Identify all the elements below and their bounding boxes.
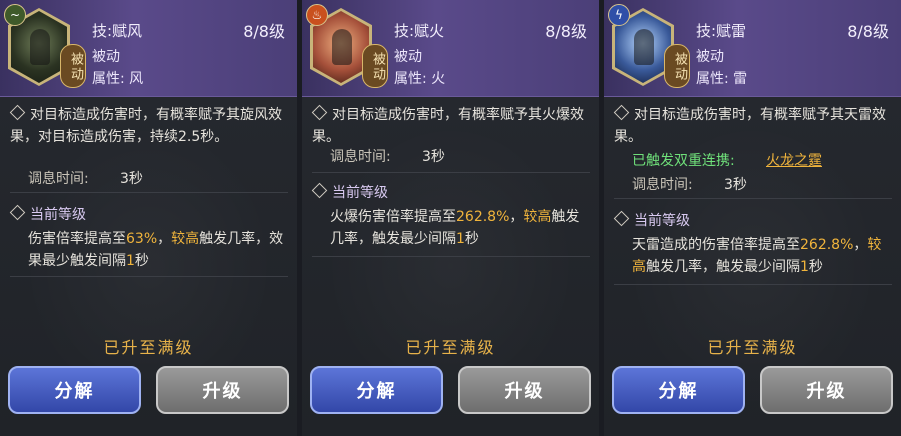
diamond-bullet-icon bbox=[613, 210, 630, 227]
skill-attribute: 属性: 风 bbox=[92, 71, 144, 87]
divider bbox=[312, 256, 590, 257]
divider bbox=[10, 192, 288, 193]
skill-header: ~ 被动 技:赋风 8/8级 被动 属性: 风 bbox=[0, 0, 297, 97]
skill-description: 对目标造成伤害时，有概率赋予其火爆效果。 bbox=[311, 104, 592, 148]
skill-type: 被动 bbox=[696, 49, 724, 65]
divider bbox=[10, 276, 288, 277]
passive-badge: 被动 bbox=[362, 44, 388, 88]
diamond-bullet-icon bbox=[613, 104, 630, 121]
cooldown-label: 调息时间: bbox=[28, 171, 89, 187]
max-level-status: 已升至满级 bbox=[405, 338, 496, 357]
decompose-button[interactable]: 分解 bbox=[310, 366, 443, 414]
passive-badge: 被动 bbox=[60, 44, 86, 88]
decompose-button[interactable]: 分解 bbox=[8, 366, 141, 414]
skill-header: ϟ 被动 技:赋雷 8/8级 被动 属性: 雷 bbox=[604, 0, 901, 97]
divider bbox=[312, 172, 590, 173]
skill-type: 被动 bbox=[394, 49, 422, 65]
diamond-bullet-icon bbox=[311, 182, 328, 199]
skill-name: 技:赋雷 bbox=[696, 22, 747, 40]
skill-attribute: 属性: 雷 bbox=[696, 71, 748, 87]
cooldown-value: 3秒 bbox=[422, 149, 445, 165]
skill-description: 对目标造成伤害时，有概率赋予其旋风效果，对目标造成伤害，持续2.5秒。 bbox=[9, 104, 290, 148]
current-level-title: 当前等级 bbox=[311, 182, 388, 202]
max-level-status: 已升至满级 bbox=[103, 338, 194, 357]
divider bbox=[614, 284, 892, 285]
current-level-title: 当前等级 bbox=[613, 210, 690, 230]
upgrade-button[interactable]: 升级 bbox=[458, 366, 591, 414]
diamond-bullet-icon bbox=[9, 104, 26, 121]
skill-attribute: 属性: 火 bbox=[394, 71, 446, 87]
fire-element-icon: ♨ bbox=[306, 4, 328, 26]
skill-name: 技:赋风 bbox=[92, 22, 143, 40]
skill-description: 对目标造成伤害时，有概率赋予其天雷效果。 bbox=[613, 104, 894, 148]
skill-header: ♨ 被动 技:赋火 8/8级 被动 属性: 火 bbox=[302, 0, 599, 97]
skill-panel-wind: ~ 被动 技:赋风 8/8级 被动 属性: 风 对目标造成伤害时，有概率赋予其旋… bbox=[0, 0, 297, 436]
current-level-title: 当前等级 bbox=[9, 204, 86, 224]
thunder-element-icon: ϟ bbox=[608, 4, 630, 26]
passive-badge: 被动 bbox=[664, 44, 690, 88]
current-level-description: 伤害倍率提高至63%，较高触发几率，效果最少触发间隔1秒 bbox=[28, 231, 284, 269]
wind-element-icon: ~ bbox=[4, 4, 26, 26]
current-level-description: 天雷造成的伤害倍率提高至262.8%，较高触发几率，触发最少间隔1秒 bbox=[632, 237, 882, 275]
combo-label: 已触发双重连携: bbox=[632, 153, 735, 169]
current-level-description: 火爆伤害倍率提高至262.8%，较高触发几率，触发最少间隔1秒 bbox=[330, 209, 580, 247]
diamond-bullet-icon bbox=[9, 204, 26, 221]
decompose-button[interactable]: 分解 bbox=[612, 366, 745, 414]
upgrade-button[interactable]: 升级 bbox=[760, 366, 893, 414]
skill-level: 8/8级 bbox=[847, 22, 889, 41]
skill-type: 被动 bbox=[92, 49, 120, 65]
diamond-bullet-icon bbox=[311, 104, 328, 121]
cooldown-label: 调息时间: bbox=[330, 149, 391, 165]
combo-link[interactable]: 火龙之霆 bbox=[766, 150, 822, 170]
skill-panel-thunder: ϟ 被动 技:赋雷 8/8级 被动 属性: 雷 对目标造成伤害时，有概率赋予其天… bbox=[604, 0, 901, 436]
skill-panel-fire: ♨ 被动 技:赋火 8/8级 被动 属性: 火 对目标造成伤害时，有概率赋予其火… bbox=[302, 0, 599, 436]
upgrade-button[interactable]: 升级 bbox=[156, 366, 289, 414]
skill-level: 8/8级 bbox=[545, 22, 587, 41]
max-level-status: 已升至满级 bbox=[707, 338, 798, 357]
cooldown-value: 3秒 bbox=[724, 177, 747, 193]
skill-level: 8/8级 bbox=[243, 22, 285, 41]
skill-name: 技:赋火 bbox=[394, 22, 445, 40]
divider bbox=[614, 198, 892, 199]
cooldown-label: 调息时间: bbox=[632, 177, 693, 193]
cooldown-value: 3秒 bbox=[120, 171, 143, 187]
